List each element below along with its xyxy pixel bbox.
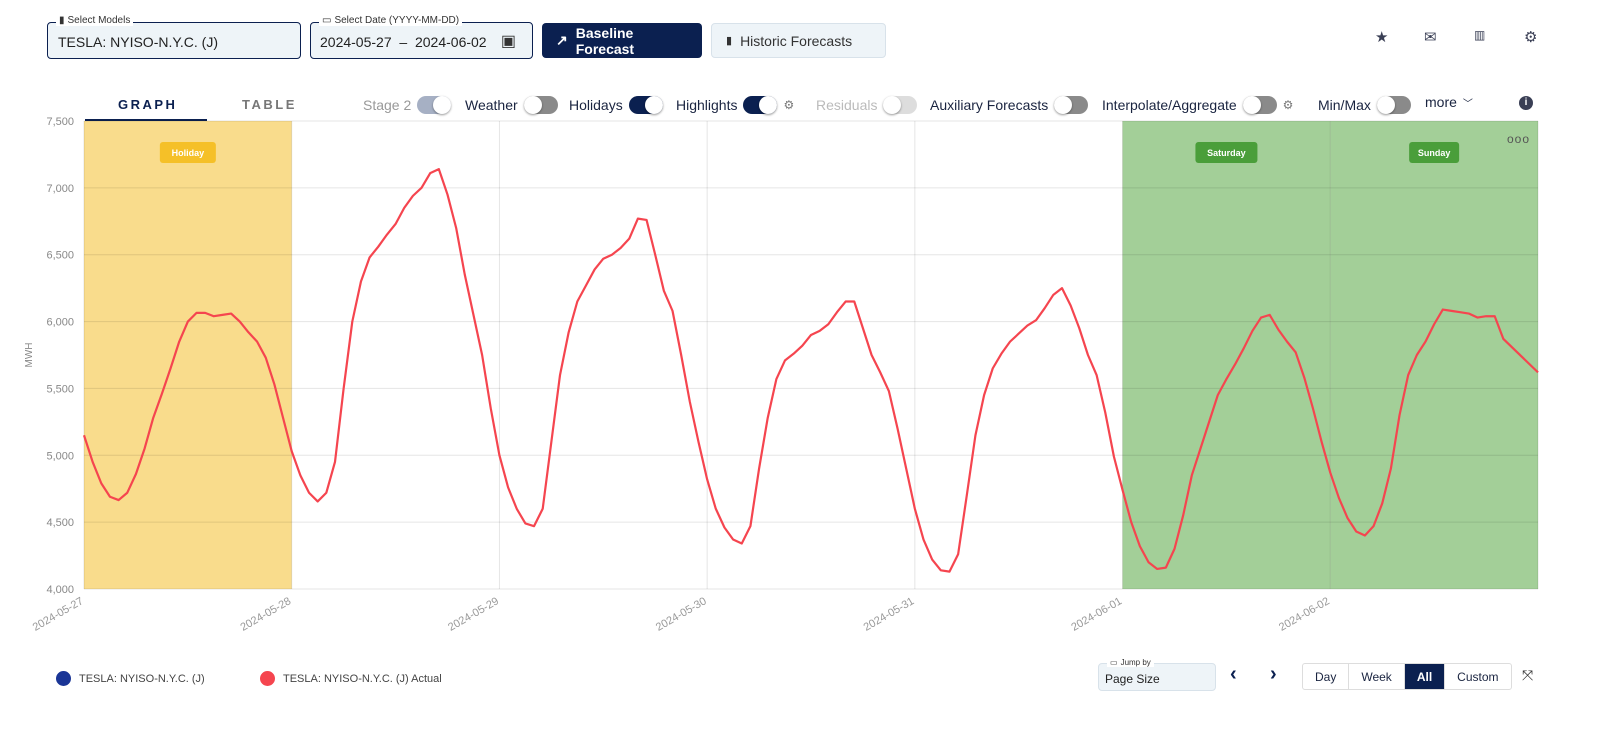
range-week-button[interactable]: Week <box>1349 664 1405 689</box>
switch[interactable] <box>743 96 778 114</box>
more-dropdown[interactable]: more ﹀ <box>1425 94 1473 110</box>
previous-page-button[interactable]: ‹ <box>1230 663 1237 686</box>
calendar-picker-icon[interactable]: ▣ <box>501 31 516 51</box>
jump-by-select[interactable]: ▭ Jump by Page Size <box>1098 658 1216 691</box>
highlight-badge-label: Sunday <box>1418 148 1451 158</box>
trend-icon: ↗ <box>556 32 568 48</box>
highlight-band <box>1122 121 1331 589</box>
bar-chart-icon: ▮ <box>59 15 65 26</box>
highlight-band <box>84 121 292 589</box>
chart-icon[interactable]: ▥ <box>1474 28 1485 42</box>
model-select-label: Select Models <box>67 15 131 26</box>
y-tick-label: 4,000 <box>46 584 74 596</box>
x-tick-label: 2024-05-29 <box>446 595 501 634</box>
model-select-value: TESLA: NYISO-N.Y.C. (J) <box>58 34 218 50</box>
legend-item-actual[interactable]: TESLA: NYISO-N.Y.C. (J) Actual <box>260 671 442 686</box>
x-tick-label: 2024-05-30 <box>654 595 709 634</box>
toggle-residuals[interactable]: Residuals <box>816 96 918 114</box>
fullscreen-icon[interactable]: ⤧ <box>1522 667 1533 684</box>
interpolate-settings-icon[interactable]: ⚙ <box>1283 98 1294 112</box>
calendar-icon: ▭ <box>322 15 332 26</box>
historic-forecasts-button[interactable]: ▮ Historic Forecasts <box>711 23 886 58</box>
calendar-icon: ▭ <box>1110 658 1118 667</box>
x-tick-label: 2024-06-01 <box>1069 595 1124 634</box>
toggle-stage-2[interactable]: Stage 2 <box>363 96 452 114</box>
tab-graph[interactable]: GRAPH <box>118 97 177 112</box>
range-selector: Day Week All Custom <box>1302 663 1512 690</box>
switch[interactable] <box>628 96 663 114</box>
next-page-button[interactable]: › <box>1270 663 1277 686</box>
highlight-badge <box>159 142 216 163</box>
highlight-badge <box>1409 142 1460 163</box>
y-tick-label: 7,500 <box>46 116 74 128</box>
x-tick-label: 2024-06-02 <box>1277 595 1332 634</box>
x-tick-label: 2024-05-27 <box>31 595 86 634</box>
y-tick-label: 7,000 <box>46 183 74 195</box>
mail-icon[interactable]: ✉ <box>1424 28 1437 46</box>
highlight-badge <box>1195 142 1258 163</box>
y-tick-label: 6,000 <box>46 317 74 329</box>
toggle-holidays[interactable]: Holidays <box>569 96 663 114</box>
tab-table[interactable]: TABLE <box>242 97 297 112</box>
chart-menu-icon[interactable]: ooo <box>1507 132 1530 146</box>
switch[interactable] <box>1054 96 1089 114</box>
date-separator: – <box>399 34 408 50</box>
date-select[interactable]: ▭ Select Date (YYYY-MM-DD) 2024-05-27 – 2… <box>310 15 533 59</box>
toggle-weather[interactable]: Weather <box>465 96 558 114</box>
x-tick-label: 2024-05-28 <box>238 595 293 634</box>
highlight-badge-label: Saturday <box>1207 148 1246 158</box>
toggle-highlights[interactable]: Highlights ⚙ <box>676 96 794 114</box>
gear-icon[interactable]: ⚙ <box>1524 28 1537 46</box>
range-day-button[interactable]: Day <box>1303 664 1350 689</box>
highlight-badge-label: Holiday <box>172 148 205 158</box>
start-date: 2024-05-27 <box>320 34 392 50</box>
x-tick-label: 2024-05-31 <box>862 595 917 634</box>
active-tab-indicator <box>85 119 207 121</box>
info-icon[interactable]: i <box>1519 96 1533 110</box>
legend-item-forecast[interactable]: TESLA: NYISO-N.Y.C. (J) <box>56 671 205 686</box>
toggle-auxiliary-forecasts[interactable]: Auxiliary Forecasts <box>930 96 1089 114</box>
model-select[interactable]: ▮ Select Models TESLA: NYISO-N.Y.C. (J) <box>47 15 301 59</box>
highlight-band <box>1330 121 1538 589</box>
bar-chart-icon: ▮ <box>726 35 733 47</box>
toggle-interpolate-aggregate[interactable]: Interpolate/Aggregate ⚙ <box>1102 96 1293 114</box>
switch[interactable] <box>1376 96 1411 114</box>
toggle-min-max[interactable]: Min/Max <box>1318 96 1411 114</box>
legend-dot <box>56 671 71 686</box>
range-custom-button[interactable]: Custom <box>1445 664 1510 689</box>
y-tick-label: 5,000 <box>46 450 74 462</box>
end-date: 2024-06-02 <box>414 34 487 50</box>
range-all-button[interactable]: All <box>1404 664 1446 689</box>
y-tick-label: 5,500 <box>46 383 74 395</box>
date-select-label: Select Date (YYYY-MM-DD) <box>334 15 460 26</box>
chevron-down-icon: ﹀ <box>1462 98 1473 110</box>
baseline-forecast-button[interactable]: ↗ Baseline Forecast <box>542 23 702 58</box>
series-line-actual <box>82 168 1539 573</box>
switch[interactable] <box>417 96 452 114</box>
switch[interactable] <box>523 96 558 114</box>
switch[interactable] <box>1242 96 1277 114</box>
star-icon[interactable]: ★ <box>1375 28 1388 46</box>
y-tick-label: 6,500 <box>46 250 74 262</box>
highlights-settings-icon[interactable]: ⚙ <box>783 98 794 112</box>
y-tick-label: 4,500 <box>46 517 74 529</box>
switch[interactable] <box>883 96 918 114</box>
legend-dot <box>260 671 275 686</box>
y-axis-label: MWH <box>24 343 35 368</box>
